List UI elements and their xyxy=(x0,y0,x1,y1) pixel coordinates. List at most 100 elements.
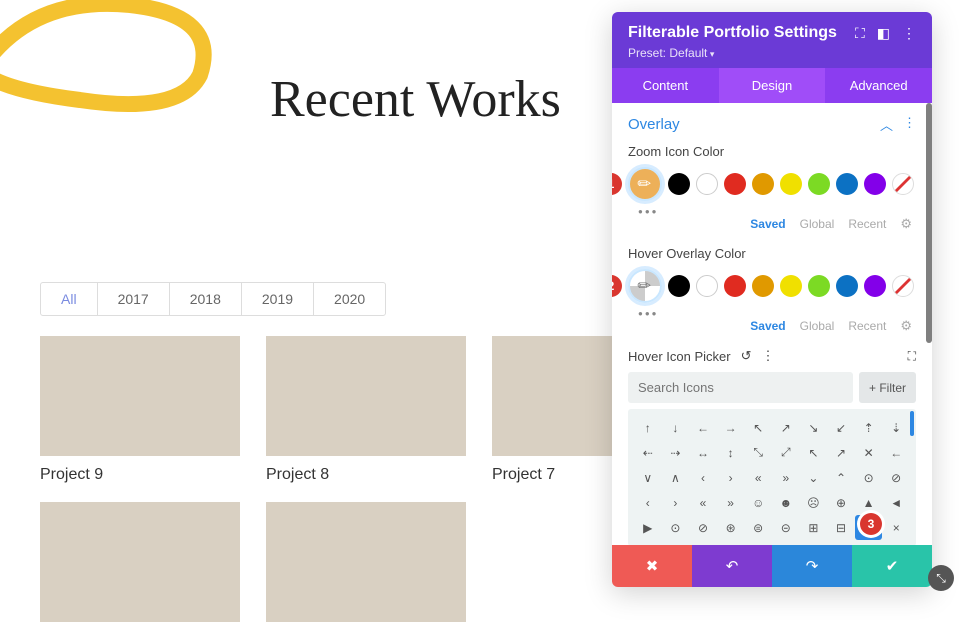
icon-cell[interactable]: ↗ xyxy=(772,415,800,440)
collapse-icon[interactable]: ︿ xyxy=(880,115,893,134)
icon-cell[interactable]: ↔ xyxy=(689,440,717,465)
save-button[interactable]: ✔ xyxy=(852,545,932,587)
icon-cell[interactable]: ⊙ xyxy=(855,465,883,490)
swatch-black[interactable] xyxy=(668,173,690,195)
icon-cell[interactable]: « xyxy=(689,490,717,515)
icon-cell[interactable]: ⌃ xyxy=(827,465,855,490)
icon-cell[interactable]: ⊙ xyxy=(662,515,690,540)
portfolio-item[interactable] xyxy=(266,502,466,622)
swatch-tab-global[interactable]: Global xyxy=(800,319,835,333)
icon-cell[interactable]: › xyxy=(662,490,690,515)
icon-cell[interactable]: ◄ xyxy=(882,490,910,515)
swatch-green[interactable] xyxy=(808,275,830,297)
swatch-none[interactable] xyxy=(892,275,914,297)
icon-cell[interactable]: ⌄ xyxy=(800,465,828,490)
filter-2017[interactable]: 2017 xyxy=(98,283,170,315)
icon-cell[interactable]: ⊘ xyxy=(882,465,910,490)
swatch-tab-recent[interactable]: Recent xyxy=(848,217,886,231)
icon-cell[interactable]: ⇡ xyxy=(855,415,883,440)
icon-cell[interactable]: ↘ xyxy=(800,415,828,440)
icon-cell[interactable]: ↗ xyxy=(827,440,855,465)
icon-cell[interactable]: ∨ xyxy=(634,465,662,490)
icon-cell[interactable]: ← xyxy=(689,415,717,440)
swatch-red[interactable] xyxy=(724,173,746,195)
icon-cell[interactable]: ⊞ xyxy=(800,515,828,540)
color-picker-btn[interactable]: ✎ xyxy=(628,269,662,303)
section-title[interactable]: Overlay xyxy=(628,116,680,133)
icon-cell[interactable]: ↙ xyxy=(827,415,855,440)
swatch-white[interactable] xyxy=(696,173,718,195)
preset-dropdown[interactable]: Preset: Default xyxy=(628,46,916,60)
icon-cell[interactable]: ‹ xyxy=(689,465,717,490)
swatch-yellow[interactable] xyxy=(780,173,802,195)
icon-cell[interactable]: ⊕ xyxy=(827,490,855,515)
icon-cell[interactable]: ▶ xyxy=(634,515,662,540)
icon-cell[interactable]: ⤢ xyxy=(772,440,800,465)
swatch-purple[interactable] xyxy=(864,275,886,297)
more-dots-icon[interactable]: ●●● xyxy=(638,207,916,216)
portfolio-item[interactable]: Project 9 xyxy=(40,336,240,484)
swatch-blue[interactable] xyxy=(836,173,858,195)
tab-design[interactable]: Design xyxy=(719,68,826,103)
resize-handle[interactable]: ⤡ xyxy=(928,565,954,591)
more-dots-icon[interactable]: ●●● xyxy=(638,309,916,318)
expand-icon[interactable]: ⛶ xyxy=(855,25,865,42)
icon-cell[interactable]: ▲ xyxy=(855,490,883,515)
portfolio-item[interactable] xyxy=(40,502,240,622)
snap-icon[interactable]: ◧ xyxy=(877,25,890,42)
swatch-tab-saved[interactable]: Saved xyxy=(750,217,785,231)
gear-icon[interactable]: ⚙ xyxy=(900,318,912,334)
icon-cell[interactable]: ⊛ xyxy=(717,515,745,540)
icon-cell[interactable]: ☻ xyxy=(772,490,800,515)
gear-icon[interactable]: ⚙ xyxy=(900,216,912,232)
icon-cell[interactable]: ⊟ xyxy=(827,515,855,540)
undo-button[interactable]: ↶ xyxy=(692,545,772,587)
swatch-purple[interactable] xyxy=(864,173,886,195)
icon-cell[interactable]: ∧ xyxy=(662,465,690,490)
icon-cell[interactable]: ⊘ xyxy=(689,515,717,540)
icon-cell[interactable]: ⇣ xyxy=(882,415,910,440)
icon-cell[interactable]: « xyxy=(744,465,772,490)
filter-button[interactable]: + Filter xyxy=(859,372,916,403)
more-icon[interactable]: ⋮ xyxy=(902,25,916,42)
scrollbar[interactable] xyxy=(926,103,932,343)
swatch-orange[interactable] xyxy=(752,275,774,297)
filter-all[interactable]: All xyxy=(41,283,98,315)
icon-cell[interactable]: » xyxy=(772,465,800,490)
swatch-orange[interactable] xyxy=(752,173,774,195)
swatch-yellow[interactable] xyxy=(780,275,802,297)
section-more-icon[interactable]: ⋮ xyxy=(903,115,916,134)
icon-cell[interactable]: ✕ xyxy=(855,440,883,465)
filter-2020[interactable]: 2020 xyxy=(314,283,385,315)
icon-cell[interactable]: ☹ xyxy=(800,490,828,515)
icon-cell[interactable]: ⇢ xyxy=(662,440,690,465)
icon-cell[interactable]: ⇠ xyxy=(634,440,662,465)
icon-cell[interactable]: › xyxy=(717,465,745,490)
icon-cell[interactable]: ↓ xyxy=(662,415,690,440)
icon-cell[interactable]: ↕ xyxy=(717,440,745,465)
swatch-black[interactable] xyxy=(668,275,690,297)
icon-cell[interactable]: ☺ xyxy=(744,490,772,515)
icon-cell[interactable]: → xyxy=(717,415,745,440)
icon-grid-scrollbar[interactable] xyxy=(910,411,914,544)
swatch-green[interactable] xyxy=(808,173,830,195)
reset-icon[interactable]: ↺ xyxy=(741,348,752,364)
color-picker-btn[interactable]: ✎ xyxy=(628,167,662,201)
cancel-button[interactable]: ✖ xyxy=(612,545,692,587)
icon-cell[interactable]: ⊝ xyxy=(772,515,800,540)
tab-advanced[interactable]: Advanced xyxy=(825,68,932,103)
icon-cell[interactable]: ⊜ xyxy=(744,515,772,540)
icon-cell[interactable]: ‹ xyxy=(634,490,662,515)
icon-cell[interactable]: ↑ xyxy=(634,415,662,440)
swatch-none[interactable] xyxy=(892,173,914,195)
swatch-white[interactable] xyxy=(696,275,718,297)
icon-cell[interactable]: ← xyxy=(882,440,910,465)
swatch-tab-saved[interactable]: Saved xyxy=(750,319,785,333)
expand-picker-icon[interactable]: ⛶ xyxy=(908,349,916,364)
swatch-tab-global[interactable]: Global xyxy=(800,217,835,231)
icon-cell[interactable]: ↖ xyxy=(744,415,772,440)
swatch-red[interactable] xyxy=(724,275,746,297)
swatch-tab-recent[interactable]: Recent xyxy=(848,319,886,333)
icon-cell[interactable]: ⤡ xyxy=(744,440,772,465)
icon-cell[interactable]: × xyxy=(882,515,910,540)
